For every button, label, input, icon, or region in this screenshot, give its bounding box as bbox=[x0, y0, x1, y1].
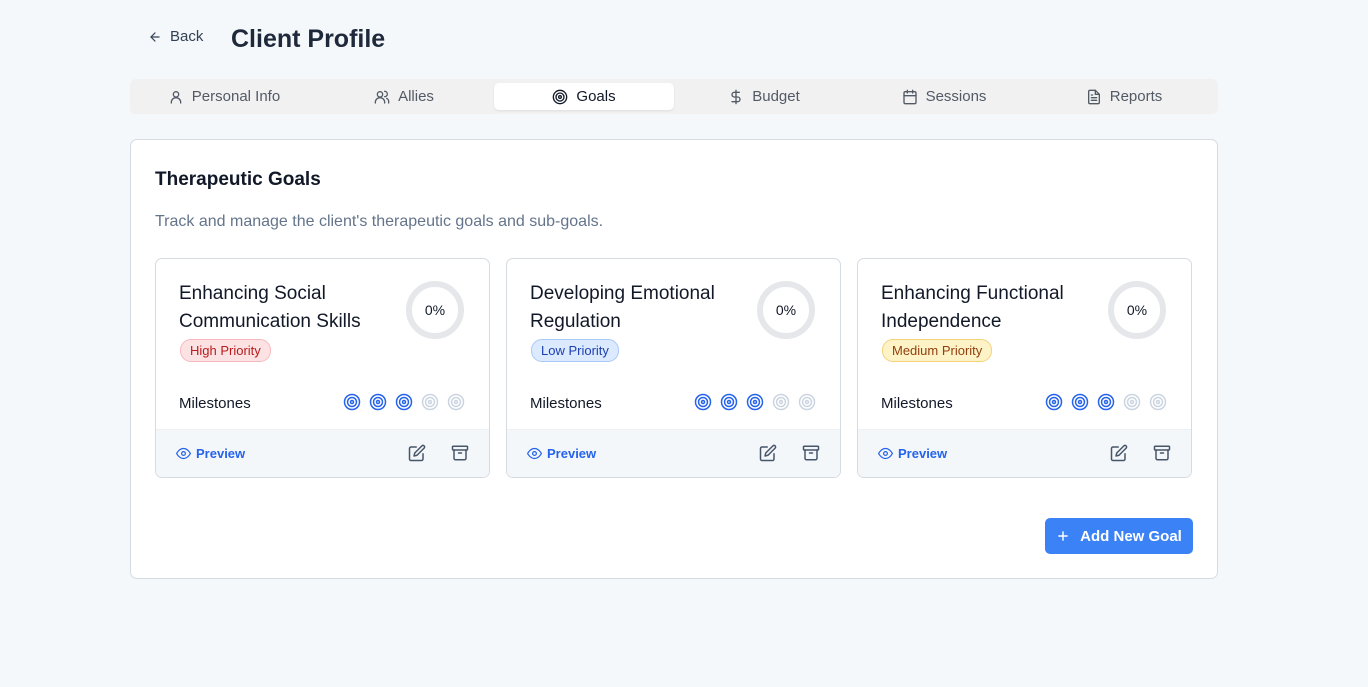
goal-title: Enhancing Social Communication Skills bbox=[179, 283, 361, 332]
goal-card: Enhancing Social Communication Skills Hi… bbox=[155, 258, 490, 478]
edit-icon[interactable] bbox=[1110, 444, 1128, 462]
tab-budget[interactable]: Budget bbox=[674, 83, 854, 110]
goal-card: Developing Emotional Regulation Low Prio… bbox=[506, 258, 841, 478]
milestones-label: Milestones bbox=[881, 395, 953, 412]
progress-ring: 0% bbox=[1106, 279, 1168, 341]
users-icon bbox=[374, 90, 390, 104]
plus-icon bbox=[1058, 531, 1068, 541]
milestone-complete-icon bbox=[694, 393, 712, 411]
tab-goals[interactable]: Goals bbox=[494, 83, 674, 110]
eye-icon bbox=[527, 447, 542, 460]
preview-label: Preview bbox=[196, 446, 246, 461]
progress-ring: 0% bbox=[404, 279, 466, 341]
user-icon bbox=[170, 90, 182, 104]
back-label: Back bbox=[170, 28, 204, 45]
preview-button[interactable]: Preview bbox=[176, 446, 245, 461]
milestone-complete-icon bbox=[720, 393, 738, 411]
milestones-list bbox=[694, 393, 816, 411]
back-button[interactable]: Back bbox=[146, 24, 205, 49]
tab-label: Personal Info bbox=[191, 88, 281, 105]
archive-icon[interactable] bbox=[1153, 444, 1171, 462]
progress-value: 0% bbox=[424, 302, 446, 318]
archive-icon[interactable] bbox=[802, 444, 820, 462]
header: Back Client Profile bbox=[146, 24, 385, 53]
milestone-complete-icon bbox=[1071, 393, 1089, 411]
add-goal-label: Add New Goal bbox=[1080, 527, 1182, 545]
tab-personal-info[interactable]: Personal Info bbox=[134, 83, 314, 110]
preview-label: Preview bbox=[547, 446, 597, 461]
milestones-label: Milestones bbox=[530, 395, 602, 412]
progress-value: 0% bbox=[775, 302, 797, 318]
milestone-pending-icon bbox=[772, 393, 790, 411]
milestone-complete-icon bbox=[369, 393, 387, 411]
eye-icon bbox=[878, 447, 893, 460]
milestone-pending-icon bbox=[447, 393, 465, 411]
milestone-complete-icon bbox=[746, 393, 764, 411]
milestone-complete-icon bbox=[343, 393, 361, 411]
milestone-complete-icon bbox=[1045, 393, 1063, 411]
goal-title: Enhancing Functional Independence bbox=[881, 283, 1064, 332]
tab-label: Allies bbox=[398, 88, 434, 105]
eye-icon bbox=[176, 447, 191, 460]
edit-icon[interactable] bbox=[759, 444, 777, 462]
milestone-complete-icon bbox=[395, 393, 413, 411]
priority-badge: Low Priority bbox=[531, 339, 619, 362]
card-footer: Preview bbox=[507, 429, 840, 477]
panel-description: Track and manage the client's therapeuti… bbox=[155, 213, 604, 230]
milestone-pending-icon bbox=[421, 393, 439, 411]
tab-allies[interactable]: Allies bbox=[314, 83, 494, 110]
edit-icon[interactable] bbox=[408, 444, 426, 462]
add-new-goal-button[interactable]: Add New Goal bbox=[1045, 518, 1193, 554]
archive-icon[interactable] bbox=[451, 444, 469, 462]
page-title: Client Profile bbox=[231, 25, 386, 53]
dollar-icon bbox=[731, 89, 741, 104]
tab-label: Goals bbox=[576, 88, 616, 105]
tab-reports[interactable]: Reports bbox=[1034, 83, 1214, 110]
milestones-list bbox=[1045, 393, 1167, 411]
milestones-label: Milestones bbox=[179, 395, 251, 412]
milestone-pending-icon bbox=[798, 393, 816, 411]
priority-badge: High Priority bbox=[180, 339, 271, 362]
calendar-icon bbox=[902, 89, 917, 104]
preview-label: Preview bbox=[898, 446, 948, 461]
preview-button[interactable]: Preview bbox=[527, 446, 596, 461]
goal-card: Enhancing Functional Independence Medium… bbox=[857, 258, 1192, 478]
priority-badge: Medium Priority bbox=[882, 339, 993, 362]
milestone-pending-icon bbox=[1123, 393, 1141, 411]
milestones-list bbox=[343, 393, 465, 411]
file-text-icon bbox=[1087, 89, 1100, 104]
panel-title: Therapeutic Goals bbox=[155, 169, 321, 190]
profile-tabs: Personal Info Allies Goals Budget Sessio… bbox=[130, 79, 1218, 114]
goal-title: Developing Emotional Regulation bbox=[530, 283, 715, 332]
progress-ring: 0% bbox=[755, 279, 817, 341]
tab-label: Sessions bbox=[925, 88, 987, 105]
goals-panel: Therapeutic Goals Track and manage the c… bbox=[130, 139, 1218, 579]
card-footer: Preview bbox=[156, 429, 489, 477]
arrow-left-icon bbox=[150, 31, 160, 42]
progress-value: 0% bbox=[1126, 302, 1148, 318]
preview-button[interactable]: Preview bbox=[878, 446, 947, 461]
card-footer: Preview bbox=[858, 429, 1191, 477]
tab-label: Budget bbox=[752, 88, 800, 105]
milestone-complete-icon bbox=[1097, 393, 1115, 411]
target-icon bbox=[553, 89, 568, 104]
tab-sessions[interactable]: Sessions bbox=[854, 83, 1034, 110]
tab-label: Reports bbox=[1109, 88, 1163, 105]
milestone-pending-icon bbox=[1149, 393, 1167, 411]
